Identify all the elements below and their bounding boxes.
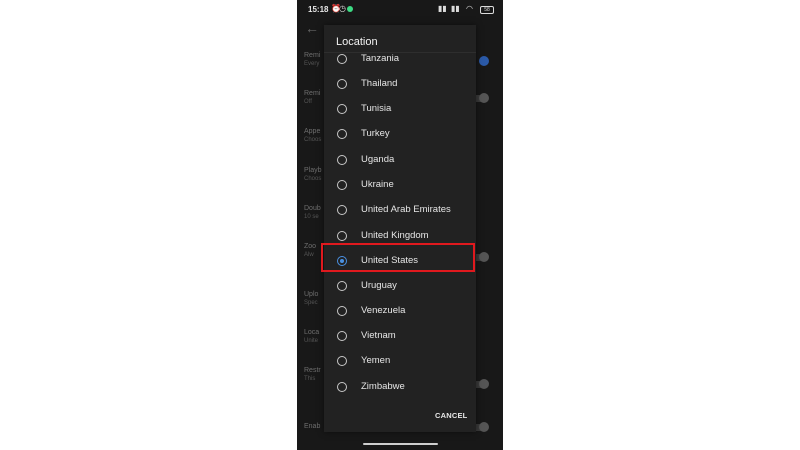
option-label: Turkey (361, 128, 390, 139)
radio-button-icon[interactable] (337, 104, 347, 114)
radio-button-icon[interactable] (337, 155, 347, 165)
option-label: Yemen (361, 355, 391, 366)
option-label: Venezuela (361, 305, 406, 316)
radio-button-icon[interactable] (337, 306, 347, 316)
setting-item[interactable]: Uplo Spec (304, 291, 318, 307)
highlight-box (321, 243, 475, 272)
battery-icon: 58 (480, 6, 494, 14)
radio-button-icon[interactable] (337, 129, 347, 139)
notification-dot (347, 6, 353, 12)
radio-option[interactable]: Yemen (324, 349, 476, 374)
clock-icon: ◷ (339, 4, 346, 13)
radio-button-icon[interactable] (337, 205, 347, 215)
setting-item[interactable]: Loca Unite (304, 329, 319, 345)
option-label: Uganda (361, 154, 395, 165)
cancel-button[interactable]: CANCEL (435, 411, 467, 420)
radio-button-icon[interactable] (337, 331, 347, 341)
signal-icon-2: ▮▮ (451, 4, 460, 13)
option-label: Ukraine (361, 179, 394, 190)
radio-option[interactable]: Venezuela (324, 299, 476, 324)
status-bar: 15:18 ⏰ ◷ ▮▮ ▮▮ ◠ 58 (297, 0, 503, 20)
radio-button-icon[interactable] (337, 54, 347, 64)
status-time: 15:18 (308, 5, 329, 14)
radio-option[interactable]: Tunisia (324, 97, 476, 122)
back-arrow-icon[interactable]: ← (305, 20, 319, 36)
radio-button-icon[interactable] (337, 281, 347, 291)
radio-button-icon[interactable] (337, 180, 347, 190)
setting-item[interactable]: Enab (304, 423, 320, 431)
radio-option[interactable]: Ukraine (324, 173, 476, 198)
radio-button-icon[interactable] (337, 382, 347, 392)
radio-option[interactable]: Uganda (324, 148, 476, 173)
option-label: Zimbabwe (361, 381, 405, 392)
setting-item[interactable]: Doub 10 se (304, 205, 321, 221)
option-label: Tunisia (361, 103, 392, 114)
setting-item[interactable]: Remi Off (304, 90, 320, 106)
radio-option[interactable]: Vietnam (324, 324, 476, 349)
setting-item[interactable]: Zoo Alw (304, 243, 316, 259)
radio-option[interactable]: United Arab Emirates (324, 198, 476, 223)
signal-icon: ▮▮ (438, 4, 447, 13)
radio-button-icon[interactable] (337, 79, 347, 89)
radio-button-icon[interactable] (337, 231, 347, 241)
radio-button-icon[interactable] (337, 356, 347, 366)
setting-item[interactable]: Restr This (304, 367, 321, 383)
gesture-nav-bar[interactable] (363, 443, 438, 445)
radio-option[interactable]: Turkey (324, 122, 476, 147)
location-dialog: Location Tanzania Thailand Tunisia Turke… (324, 25, 476, 432)
radio-option[interactable]: Zimbabwe (324, 375, 476, 400)
option-label: Thailand (361, 78, 398, 89)
option-label: United Arab Emirates (361, 204, 451, 215)
option-label: Tanzania (361, 53, 400, 64)
radio-option[interactable]: Thailand (324, 72, 476, 97)
option-label: Uruguay (361, 280, 397, 291)
option-label: Vietnam (361, 330, 396, 341)
setting-item[interactable]: Appe Choos (304, 128, 321, 144)
option-label: United Kingdom (361, 230, 429, 241)
setting-item[interactable]: Playb Choos (304, 167, 322, 183)
radio-option[interactable]: Uruguay (324, 274, 476, 299)
setting-item[interactable]: Remi Every (304, 52, 320, 68)
radio-option[interactable]: Tanzania (324, 47, 476, 72)
wifi-icon: ◠ (466, 4, 473, 13)
